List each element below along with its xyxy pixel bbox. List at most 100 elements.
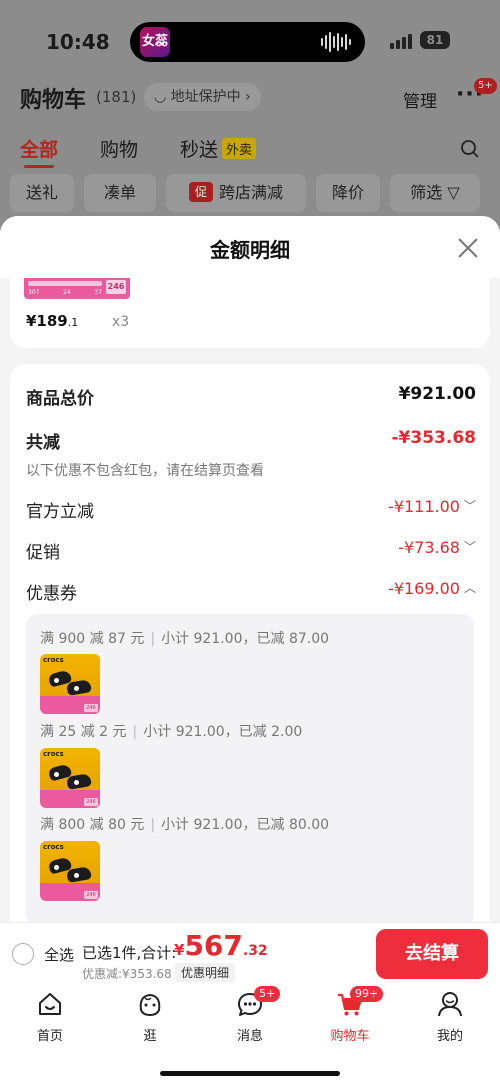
select-all-label[interactable]: 全选 [44, 944, 74, 965]
total-reduce-row: 共减 -¥353.68 [26, 428, 476, 454]
selected-summary: 已选1件,合计: [82, 944, 177, 962]
tab-underline [24, 165, 54, 168]
coupon-rule: 满 25 减 2 元 [40, 724, 127, 740]
nav-home[interactable]: 首页 [0, 988, 100, 1048]
profile-icon [438, 992, 462, 1017]
promotion-row[interactable]: 促销 -¥73.68 ﹀ [26, 538, 476, 564]
coupon-rule-line: 满 800 减 80 元 | 小计 921.00，已减 80.00 [40, 814, 329, 834]
coupon-row[interactable]: 优惠券 -¥169.00 ︿ [26, 579, 476, 605]
item-price-int: ¥189 [26, 312, 68, 330]
chip-price-drop[interactable]: 降价 [316, 174, 380, 212]
discount-note: 以下优惠不包含红包，请在结算页查看 [26, 463, 264, 479]
dynamic-island[interactable]: 女蕊 [130, 22, 365, 62]
select-all-radio[interactable] [12, 943, 34, 965]
chip-filter[interactable]: 筛选 ▽ [390, 174, 480, 212]
jibbitz-decor [54, 678, 59, 683]
product-thumbnail[interactable]: 307 24 37 246 [24, 278, 130, 299]
promotion-amount: -¥73.68 [398, 538, 460, 557]
shoe-image [66, 773, 92, 790]
manage-button[interactable]: 管理 [403, 87, 437, 112]
search-icon[interactable] [460, 139, 480, 159]
divider: | [150, 817, 156, 833]
nav-cart-label: 购物车 [330, 1029, 370, 1044]
home-indicator[interactable] [160, 1071, 340, 1076]
brand-logo: crocs [43, 656, 64, 664]
goods-total-row: 商品总价 ¥921.00 [26, 384, 476, 410]
page-title: 购物车 [20, 88, 87, 113]
funnel-icon: ▽ [447, 183, 460, 202]
official-discount-value: -¥111.00 ﹀ [388, 497, 476, 516]
signal-icon [390, 34, 412, 49]
chip-gift[interactable]: 送礼 [10, 174, 74, 212]
thumbnail-number: 37 [94, 289, 102, 296]
thumbnail-number: 24 [63, 289, 71, 296]
promo-tag: 促 [188, 182, 213, 202]
address-chip[interactable]: ◡ 地址保护中 › [144, 83, 261, 111]
audio-wave-icon [321, 31, 351, 53]
item-price-dec: .1 [67, 316, 79, 329]
tab-shopping[interactable]: 购物 [100, 135, 138, 162]
official-discount-amount: -¥111.00 [388, 497, 460, 516]
divider: | [150, 631, 156, 647]
brand-logo: crocs [43, 750, 64, 758]
sheet-title: 金额明细 [210, 238, 290, 262]
bottom-tab-bar: 首页 逛 5+ 消息 99+ 购物车 我的 [0, 984, 500, 1087]
official-discount-row[interactable]: 官方立减 -¥111.00 ﹀ [26, 497, 476, 523]
nav-profile-label: 我的 [436, 1029, 463, 1044]
total-dec: .32 [242, 943, 268, 959]
messages-badge: 5+ [254, 986, 281, 1002]
jibbitz-decor [54, 865, 59, 870]
coupon-rule: 满 800 减 80 元 [40, 817, 145, 833]
coupon-summary: 小计 921.00，已减 87.00 [161, 631, 330, 647]
nav-browse[interactable]: 逛 [100, 988, 200, 1048]
official-discount-label: 官方立减 [26, 502, 94, 522]
home-icon [39, 993, 61, 1015]
coupon-rule-line: 满 25 减 2 元 | 小计 921.00，已减 2.00 [40, 721, 302, 741]
nav-messages-label: 消息 [236, 1029, 263, 1044]
nav-home-label: 首页 [36, 1029, 63, 1044]
nav-cart[interactable]: 99+ 购物车 [300, 986, 400, 1048]
filter-chips: 送礼 凑单 促跨店满减 降价 筛选 ▽ [10, 174, 490, 212]
thumbnail-tag: 246 [84, 798, 98, 806]
item-quantity: x3 [112, 314, 130, 330]
clock: 10:48 [46, 30, 110, 54]
address-chip-label: 地址保护中 [170, 89, 241, 105]
takeout-tag: 外卖 [222, 138, 257, 159]
chevron-down-icon: ﹀ [463, 540, 476, 554]
nav-messages[interactable]: 5+ 消息 [200, 986, 300, 1048]
discount-detail-link[interactable]: 优惠明细 [175, 963, 236, 982]
total-reduce-value: -¥353.68 [391, 428, 477, 448]
coupon-label: 优惠券 [26, 584, 77, 604]
face-icon [139, 993, 161, 1017]
chevron-right-icon: › [240, 89, 251, 105]
cart-badge: 99+ [350, 986, 384, 1002]
product-thumbnail[interactable]: crocs 246 [40, 748, 100, 808]
chip-cross-store[interactable]: 促跨店满减 [166, 174, 306, 212]
thumbnail-numbers: 307 24 37 [28, 289, 102, 296]
cart-header: 购物车 (181) ◡ 地址保护中 › 管理 ··· 5+ [20, 78, 497, 116]
goods-total-value: ¥921.00 [398, 384, 476, 404]
product-thumbnail[interactable]: crocs 246 [40, 654, 100, 714]
product-thumbnail[interactable]: crocs 246 [40, 841, 100, 901]
total-price: ¥567.32 [174, 929, 268, 962]
coupon-summary: 小计 921.00，已减 2.00 [143, 724, 303, 740]
tab-all[interactable]: 全部 [20, 135, 58, 162]
thumbnail-banner [28, 281, 102, 286]
checkout-button[interactable]: 去结算 [376, 929, 488, 979]
coupon-rule: 满 900 减 87 元 [40, 631, 145, 647]
close-icon[interactable] [454, 234, 482, 262]
shoe-image [66, 866, 92, 883]
jibbitz-decor [74, 686, 79, 691]
chevron-down-icon: ﹀ [463, 499, 476, 513]
thumbnail-tag: 246 [84, 704, 98, 712]
total-currency: ¥ [174, 941, 185, 959]
jibbitz-decor [74, 780, 79, 785]
nav-profile[interactable]: 我的 [400, 988, 500, 1048]
coupon-summary: 小计 921.00，已减 80.00 [161, 817, 330, 833]
promotion-label: 促销 [26, 543, 60, 563]
tab-instant[interactable]: 秒送 外卖 [180, 135, 257, 162]
goods-total-label: 商品总价 [26, 389, 94, 409]
app-icon: 女蕊 [140, 27, 170, 57]
chip-bundle[interactable]: 凑单 [84, 174, 156, 212]
coupon-rule-line: 满 900 减 87 元 | 小计 921.00，已减 87.00 [40, 628, 329, 648]
